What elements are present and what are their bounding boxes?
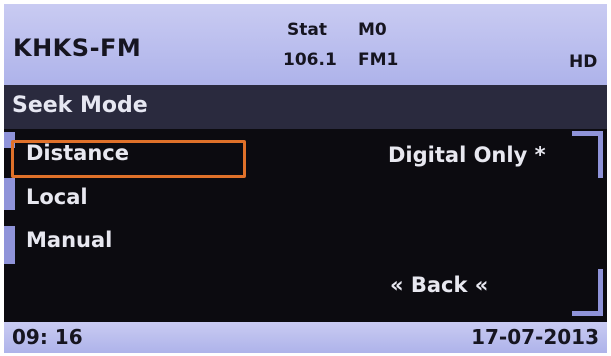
page-title: Seek Mode [12, 93, 148, 118]
menu-item-distance[interactable]: Distance [26, 141, 129, 165]
station-name: KHKS-FM [13, 34, 142, 62]
radio-display: KHKS-FM Stat M0 106.1 FM1 HD Seek Mode D… [4, 4, 607, 353]
scroll-indicator-segment [4, 226, 15, 264]
memory-indicator: M0 [358, 20, 387, 40]
menu-area: Distance Local Manual Digital Only * « B… [4, 129, 607, 322]
band-indicator: FM1 [358, 50, 399, 70]
status-bar: 09: 16 17-07-2013 [4, 322, 607, 353]
clock-time: 09: 16 [12, 325, 83, 349]
frequency: 106.1 [283, 50, 337, 70]
current-seek-value: Digital Only * [388, 143, 546, 167]
right-bracket-top [572, 131, 603, 178]
title-bar: Seek Mode [4, 85, 607, 129]
right-bracket-bottom [572, 269, 603, 316]
date-display: 17-07-2013 [471, 325, 599, 349]
stat-label: Stat [287, 20, 327, 40]
header-bar: KHKS-FM Stat M0 106.1 FM1 HD [4, 4, 607, 85]
menu-item-local[interactable]: Local [26, 185, 88, 209]
menu-item-manual[interactable]: Manual [26, 228, 112, 252]
back-button[interactable]: « Back « [390, 273, 488, 297]
scroll-indicator-segment [4, 178, 15, 210]
hd-indicator: HD [569, 52, 598, 72]
